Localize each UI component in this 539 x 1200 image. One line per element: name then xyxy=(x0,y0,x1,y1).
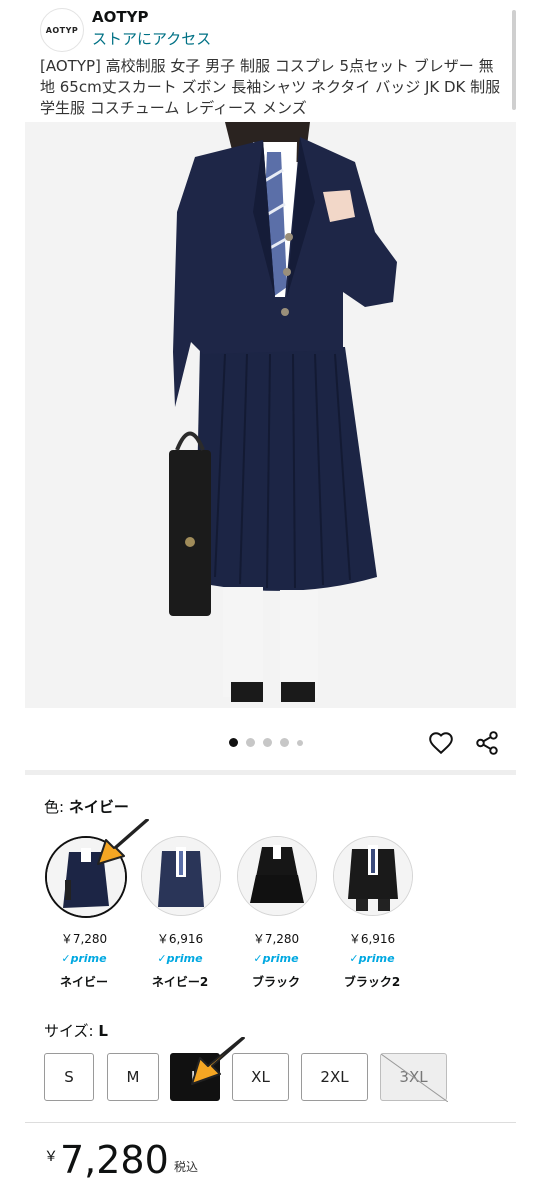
product-title: [AOTYP] 高校制服 女子 男子 制服 コスプレ 5点セット ブレザー 無地… xyxy=(40,57,501,117)
swatch-name: ネイビー xyxy=(59,975,108,989)
scrollbar[interactable] xyxy=(512,10,516,110)
carousel-dot[interactable] xyxy=(246,738,255,747)
prime-badge: ✓prime xyxy=(61,952,107,965)
heart-icon[interactable] xyxy=(428,730,454,756)
section-divider xyxy=(25,1122,516,1123)
color-label: 色: ネイビー xyxy=(44,796,129,817)
swatch-price: ￥7,280 xyxy=(60,932,108,946)
size-button-l[interactable]: L xyxy=(170,1053,220,1101)
size-button-2xl[interactable]: 2XL xyxy=(301,1053,368,1101)
prime-badge: ✓prime xyxy=(349,952,395,965)
color-label-text: 色: xyxy=(44,798,65,816)
price-amount: 7,280 xyxy=(60,1138,169,1182)
price-currency: ￥ xyxy=(44,1149,58,1165)
carousel-dot[interactable] xyxy=(263,738,272,747)
swatch-price: ￥6,916 xyxy=(156,932,204,946)
swatch-name: ネイビー2 xyxy=(151,975,209,989)
swatch-black-2[interactable] xyxy=(333,836,413,916)
share-icon[interactable] xyxy=(474,730,500,756)
swatch-price: ￥7,280 xyxy=(252,932,300,946)
prime-badge: ✓prime xyxy=(157,952,203,965)
size-button-3xl[interactable]: 3XL xyxy=(380,1053,448,1102)
carousel-dot[interactable] xyxy=(280,738,289,747)
size-label: サイズ: L xyxy=(44,1020,108,1041)
price-tax-note: 税込 xyxy=(174,1160,199,1174)
size-button-m[interactable]: M xyxy=(107,1053,159,1101)
color-selected-value: ネイビー xyxy=(68,798,129,816)
size-selected-value: L xyxy=(98,1022,108,1040)
swatch-navy[interactable] xyxy=(45,836,127,918)
swatch-name: ブラック2 xyxy=(343,975,401,989)
size-label-text: サイズ: xyxy=(44,1022,94,1040)
carousel-dot[interactable] xyxy=(297,739,303,746)
uniform-illustration xyxy=(169,122,397,702)
swatch-black[interactable] xyxy=(237,836,317,916)
product-image[interactable] xyxy=(25,122,516,708)
size-button-xl[interactable]: XL xyxy=(232,1053,289,1101)
swatch-price: ￥6,916 xyxy=(348,932,396,946)
carousel-dots[interactable] xyxy=(229,738,303,747)
store-logo[interactable]: AOTYP xyxy=(40,8,84,52)
section-divider xyxy=(25,770,516,775)
swatch-navy-2[interactable] xyxy=(141,836,221,916)
prime-badge: ✓prime xyxy=(253,952,299,965)
store-name[interactable]: AOTYP xyxy=(92,8,148,26)
carousel-dot[interactable] xyxy=(229,738,238,747)
swatch-name: ブラック xyxy=(251,975,300,989)
size-button-s[interactable]: S xyxy=(44,1053,94,1101)
unavailable-strike xyxy=(381,1054,448,1102)
store-link[interactable]: ストアにアクセス xyxy=(92,28,211,49)
